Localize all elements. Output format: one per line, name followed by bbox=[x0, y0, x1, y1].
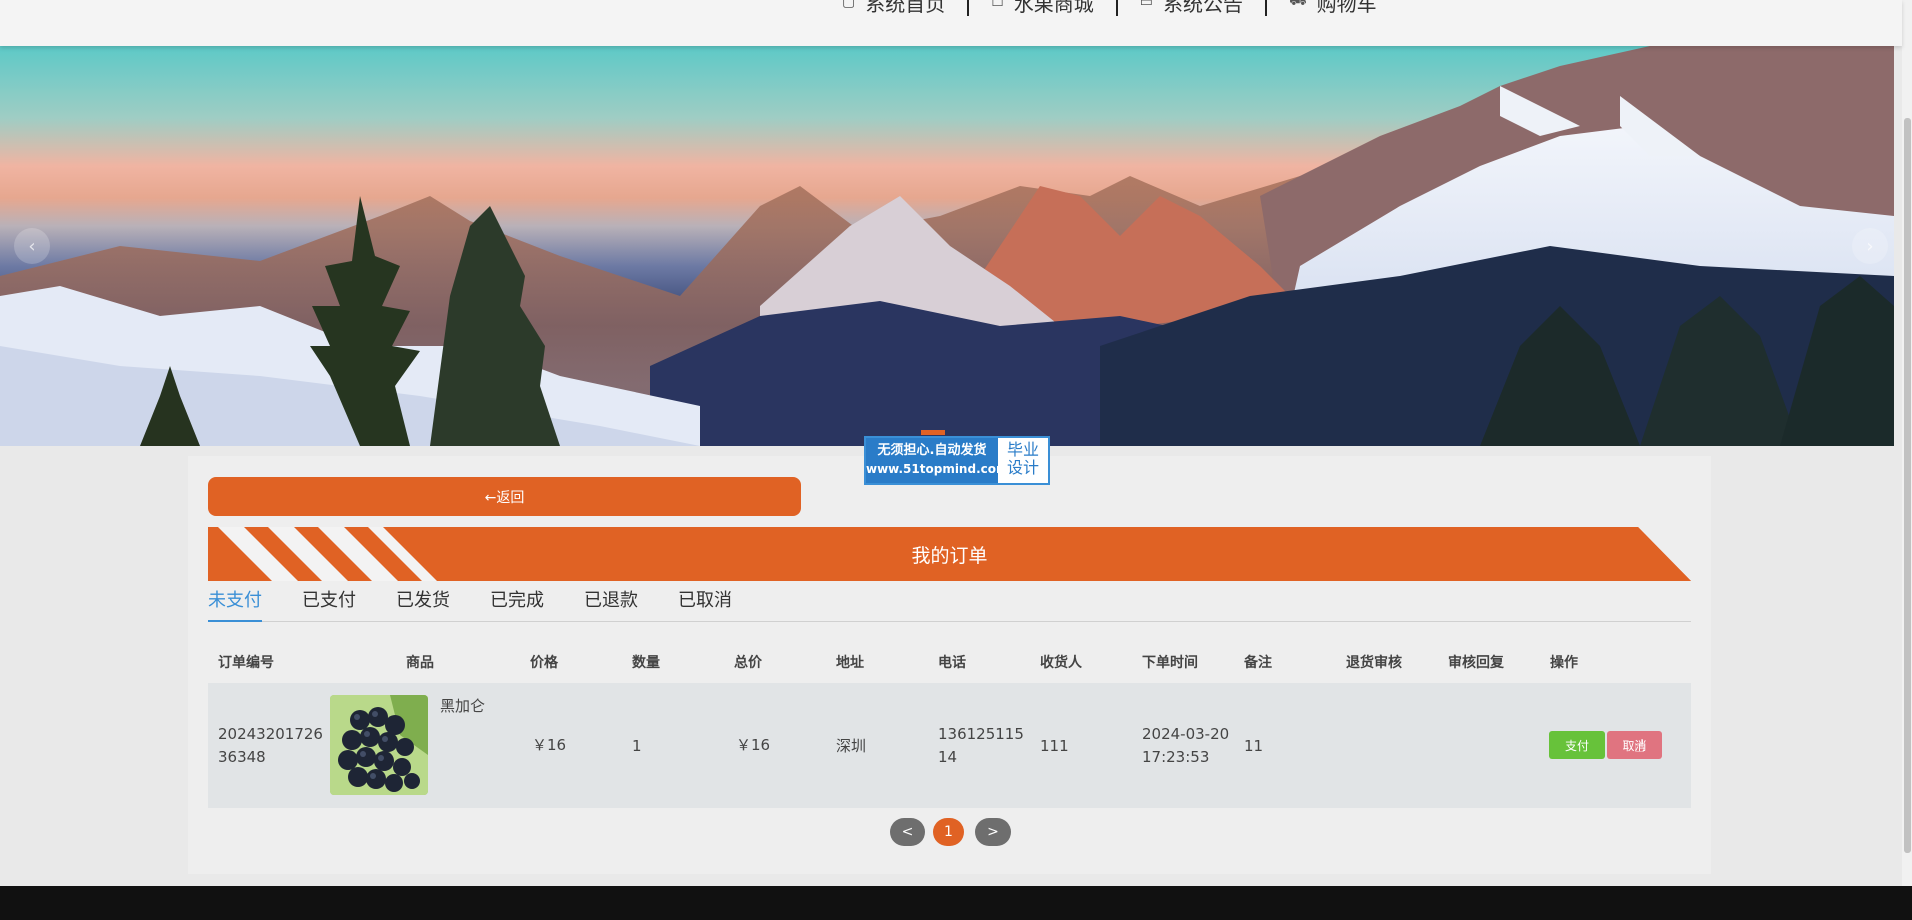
watermark-line2: www.51topmind.com bbox=[866, 462, 1009, 476]
tab-completed[interactable]: 已完成 bbox=[490, 588, 544, 620]
price: ￥16 bbox=[532, 736, 567, 754]
nav-shop-label: 水果商城 bbox=[1013, 0, 1094, 16]
pagination-page-1[interactable]: 1 bbox=[933, 818, 964, 846]
receiver: 111 bbox=[1040, 737, 1069, 755]
pagination-next-button[interactable]: > bbox=[975, 818, 1011, 846]
col-order-time: 下单时间 bbox=[1142, 655, 1198, 671]
pay-button[interactable]: 支付 bbox=[1549, 731, 1605, 759]
order-status-tabs: 未支付 已支付 已发货 已完成 已退款 已取消 bbox=[208, 588, 1691, 622]
carousel-next-button[interactable]: › bbox=[1852, 228, 1888, 264]
nav-home-label: 系统首页 bbox=[865, 0, 946, 16]
tab-unpaid[interactable]: 未支付 bbox=[208, 588, 262, 622]
col-return-review: 退货审核 bbox=[1346, 655, 1402, 671]
phone: 136125115 14 bbox=[938, 723, 1024, 769]
notice-icon: ▭ bbox=[1139, 0, 1154, 10]
carousel-prev-button[interactable]: ‹ bbox=[14, 228, 50, 264]
nav-notice-label: 系统公告 bbox=[1163, 0, 1244, 16]
blackcurrant-image bbox=[330, 695, 428, 795]
watermark-line1: 无须担心.自动发货 bbox=[877, 443, 987, 458]
hand-cursor-icon: ☝ bbox=[1634, 736, 1645, 757]
col-product: 商品 bbox=[406, 655, 434, 671]
pagination-prev-button[interactable]: < bbox=[890, 818, 925, 846]
col-address: 地址 bbox=[836, 655, 864, 671]
footer bbox=[0, 886, 1912, 920]
col-phone: 电话 bbox=[938, 655, 966, 671]
order-id-line2: 36348 bbox=[218, 748, 266, 766]
order-time: 2024-03-20 17:23:53 bbox=[1142, 723, 1229, 769]
banner-carousel: ‹ › bbox=[0, 46, 1894, 446]
mountain-landscape-image bbox=[0, 46, 1894, 446]
col-price: 价格 bbox=[530, 655, 558, 671]
col-order-id: 订单编号 bbox=[218, 655, 274, 671]
col-note: 备注 bbox=[1244, 655, 1272, 671]
top-nav: ▢ 系统首页 ☐ 水果商城 ▭ 系统公告 ⛟ 购物车 bbox=[0, 0, 1902, 46]
col-review-reply: 审核回复 bbox=[1448, 655, 1504, 671]
shop-icon: ☐ bbox=[991, 0, 1004, 10]
nav-cart[interactable]: ⛟ 购物车 bbox=[1267, 0, 1399, 16]
order-time-line2: 17:23:53 bbox=[1142, 748, 1210, 766]
nav-notice[interactable]: ▭ 系统公告 bbox=[1118, 0, 1268, 16]
phone-line1: 136125115 bbox=[938, 725, 1024, 743]
scrollbar-thumb[interactable] bbox=[1904, 118, 1911, 853]
nav-shop[interactable]: ☐ 水果商城 bbox=[969, 0, 1118, 16]
product-image bbox=[330, 695, 428, 795]
order-time-line1: 2024-03-20 bbox=[1142, 725, 1230, 743]
total-price: ￥16 bbox=[736, 736, 771, 754]
chevron-left-icon: ‹ bbox=[28, 235, 36, 257]
nav-cart-label: 购物车 bbox=[1316, 0, 1377, 16]
order-id-line1: 20243201726 bbox=[218, 725, 323, 743]
home-icon: ▢ bbox=[842, 0, 856, 10]
tab-refunded[interactable]: 已退款 bbox=[584, 588, 638, 620]
carousel-indicator[interactable] bbox=[921, 430, 945, 435]
address: 深圳 bbox=[836, 737, 867, 755]
table-row: 20243201726 36348 黑加仑 ￥16 1 ￥16 深圳 13612… bbox=[208, 683, 1691, 808]
col-actions: 操作 bbox=[1550, 655, 1578, 671]
chevron-right-icon: › bbox=[1866, 235, 1874, 257]
watermark-left: 无须担心.自动发货 www.51topmind.com bbox=[866, 438, 1009, 483]
phone-line2: 14 bbox=[938, 748, 958, 766]
cart-icon: ⛟ bbox=[1289, 0, 1307, 9]
col-quantity: 数量 bbox=[632, 655, 660, 671]
quantity: 1 bbox=[632, 737, 642, 755]
watermark-badge: 无须担心.自动发货 www.51topmind.com 毕业设计 bbox=[864, 436, 1050, 485]
carousel-indicators bbox=[918, 430, 948, 435]
col-receiver: 收货人 bbox=[1040, 655, 1082, 671]
back-button[interactable]: ←返回 bbox=[208, 477, 801, 516]
col-total: 总价 bbox=[734, 655, 762, 671]
page-title: 我的订单 bbox=[911, 544, 988, 567]
tab-cancelled[interactable]: 已取消 bbox=[678, 588, 732, 620]
tab-paid[interactable]: 已支付 bbox=[302, 588, 356, 620]
tab-shipped[interactable]: 已发货 bbox=[396, 588, 450, 620]
order-id: 20243201726 36348 bbox=[218, 723, 323, 769]
table-header: 订单编号 商品 价格 数量 总价 地址 电话 收货人 下单时间 备注 退货审核 … bbox=[208, 648, 1691, 678]
note: 11 bbox=[1244, 737, 1264, 755]
product-name: 黑加仑 bbox=[440, 697, 486, 715]
nav-home[interactable]: ▢ 系统首页 bbox=[820, 0, 970, 16]
watermark-right: 毕业设计 bbox=[998, 438, 1048, 483]
